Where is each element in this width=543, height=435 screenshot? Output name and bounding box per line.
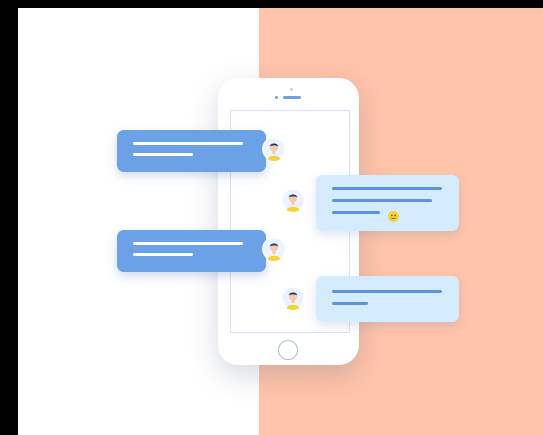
text-line (332, 199, 432, 202)
smiley-emoji-icon (388, 207, 399, 222)
phone-sensor-icon (275, 96, 278, 99)
user-avatar-icon (281, 188, 305, 212)
text-line (332, 302, 368, 305)
chat-illustration (0, 0, 543, 435)
text-line (332, 290, 442, 293)
user-avatar-icon (262, 137, 286, 161)
phone-speaker-icon (283, 96, 301, 99)
user-avatar-icon (281, 286, 305, 310)
phone-home-button (278, 340, 298, 360)
chat-bubble-outgoing (117, 130, 266, 172)
text-line (133, 253, 193, 256)
chat-bubble-incoming (316, 276, 459, 322)
text-line (332, 211, 380, 214)
text-line (332, 187, 442, 190)
phone-camera-icon (290, 88, 293, 91)
user-avatar-icon (262, 237, 286, 261)
text-line (133, 153, 193, 156)
text-line (133, 242, 243, 245)
text-line (133, 142, 243, 145)
chat-bubble-incoming (316, 175, 459, 231)
chat-bubble-outgoing (117, 230, 266, 272)
